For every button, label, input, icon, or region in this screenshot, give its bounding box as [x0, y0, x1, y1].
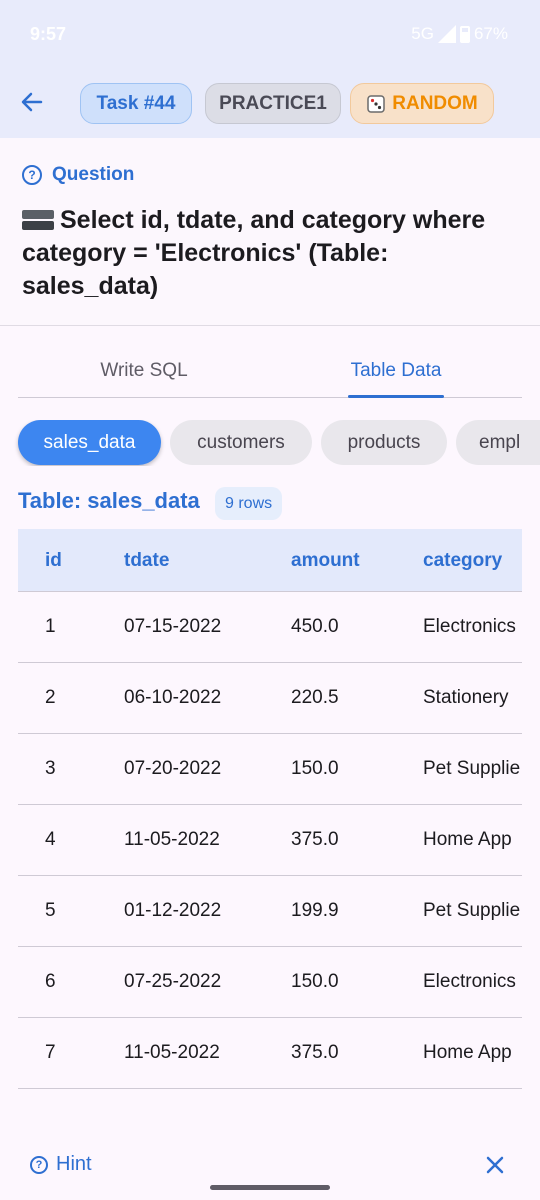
random-chip-label: RANDOM	[392, 92, 478, 114]
task-chip[interactable]: Task #44	[80, 83, 192, 124]
row-count-badge: 9 rows	[215, 487, 283, 520]
table-row: 2 06-10-2022 220.5 Stationery	[18, 663, 522, 734]
cell-id: 5	[45, 900, 56, 921]
cell-id: 3	[45, 758, 56, 779]
table-chip-products[interactable]: products	[321, 420, 447, 465]
close-icon	[486, 1156, 504, 1174]
cell-tdate: 07-25-2022	[124, 971, 222, 992]
column-header-amount: amount	[291, 549, 360, 571]
cell-category: Stationery	[423, 687, 509, 708]
table-row: 5 01-12-2022 199.9 Pet Supplie	[18, 876, 522, 947]
table-chip-sales-data[interactable]: sales_data	[18, 420, 161, 465]
practice-chip[interactable]: PRACTICE1	[205, 83, 341, 124]
close-button[interactable]	[484, 1154, 506, 1176]
network-label: 5G	[411, 24, 434, 43]
cell-tdate: 07-20-2022	[124, 758, 222, 779]
table-chip-label: customers	[197, 431, 285, 453]
cell-amount: 220.5	[291, 687, 339, 708]
cell-amount: 150.0	[291, 971, 339, 992]
cell-category: Pet Supplie	[423, 900, 521, 921]
tab-write-sql[interactable]: Write SQL	[18, 344, 270, 398]
cell-category: Electronics	[423, 971, 516, 992]
hint-button[interactable]: ? Hint	[30, 1153, 92, 1176]
table-chip-label: sales_data	[43, 431, 136, 453]
cell-tdate: 11-05-2022	[124, 1042, 220, 1063]
table-chip-employees[interactable]: empl	[456, 420, 540, 465]
cell-tdate: 01-12-2022	[124, 900, 222, 921]
practice-chip-label: PRACTICE1	[219, 92, 327, 114]
cell-id: 4	[45, 829, 56, 850]
table-chip-label: products	[347, 431, 421, 453]
cell-id: 2	[45, 687, 56, 708]
dice-icon	[367, 94, 385, 113]
data-table: id tdate amount category 1 07-15-2022 45…	[18, 529, 522, 1089]
hint-bar: ? Hint	[0, 1140, 540, 1190]
cell-id: 6	[45, 971, 56, 992]
cell-category: Home App	[423, 829, 512, 850]
tab-table-data-label: Table Data	[350, 360, 442, 381]
cell-amount: 199.9	[291, 900, 339, 921]
cell-tdate: 06-10-2022	[124, 687, 222, 708]
column-header-id: id	[45, 549, 62, 571]
cell-category: Home App	[423, 1042, 512, 1063]
column-header-tdate: tdate	[124, 549, 170, 571]
tab-bar: Write SQL Table Data	[18, 344, 522, 398]
back-button[interactable]	[18, 88, 46, 116]
cell-tdate: 07-15-2022	[124, 616, 222, 637]
cell-id: 1	[45, 616, 56, 637]
task-chip-label: Task #44	[96, 92, 176, 114]
file-cabinet-icon	[22, 208, 54, 230]
cell-amount: 150.0	[291, 758, 339, 779]
question-text: Select id, tdate, and category where cat…	[22, 204, 522, 303]
table-row: 7 11-05-2022 375.0 Home App	[18, 1018, 522, 1089]
tab-write-sql-label: Write SQL	[100, 360, 188, 381]
help-circle-icon: ?	[30, 1155, 48, 1174]
status-indicators: 5G 67%	[411, 24, 508, 44]
question-panel: ? Question Select id, tdate, and categor…	[0, 138, 540, 326]
cell-id: 7	[45, 1042, 56, 1063]
hint-label: Hint	[56, 1153, 92, 1175]
table-chip-label: empl	[479, 431, 521, 453]
question-label: ? Question	[22, 164, 134, 186]
table-title: Table: sales_data	[18, 488, 200, 513]
arrow-left-icon	[21, 92, 43, 112]
question-label-text: Question	[52, 164, 135, 185]
column-header-category: category	[423, 549, 503, 571]
question-text-content: Select id, tdate, and category where cat…	[22, 206, 486, 300]
tab-table-data[interactable]: Table Data	[270, 344, 522, 398]
cell-amount: 450.0	[291, 616, 339, 637]
table-row: 3 07-20-2022 150.0 Pet Supplie	[18, 734, 522, 805]
cell-amount: 375.0	[291, 829, 339, 850]
cell-amount: 375.0	[291, 1042, 339, 1063]
cell-tdate: 11-05-2022	[124, 829, 220, 850]
table-row: 6 07-25-2022 150.0 Electronics	[18, 947, 522, 1018]
status-time: 9:57	[30, 24, 67, 44]
help-circle-icon: ?	[22, 165, 42, 185]
battery-level: 67%	[473, 24, 508, 43]
random-chip[interactable]: RANDOM	[350, 83, 494, 124]
table-header-row: id tdate amount category	[18, 529, 522, 592]
cell-category: Pet Supplie	[423, 758, 521, 779]
table-row: 4 11-05-2022 375.0 Home App	[18, 805, 522, 876]
home-indicator[interactable]	[210, 1185, 330, 1190]
status-bar: 9:57 5G 67%	[0, 0, 540, 70]
table-selector: sales_data customers products empl	[0, 420, 540, 466]
table-chip-customers[interactable]: customers	[170, 420, 312, 465]
signal-icon	[437, 25, 456, 43]
table-row: 1 07-15-2022 450.0 Electronics	[18, 592, 522, 663]
cell-category: Electronics	[423, 616, 516, 637]
tab-indicator	[348, 395, 444, 398]
battery-icon	[459, 25, 470, 43]
